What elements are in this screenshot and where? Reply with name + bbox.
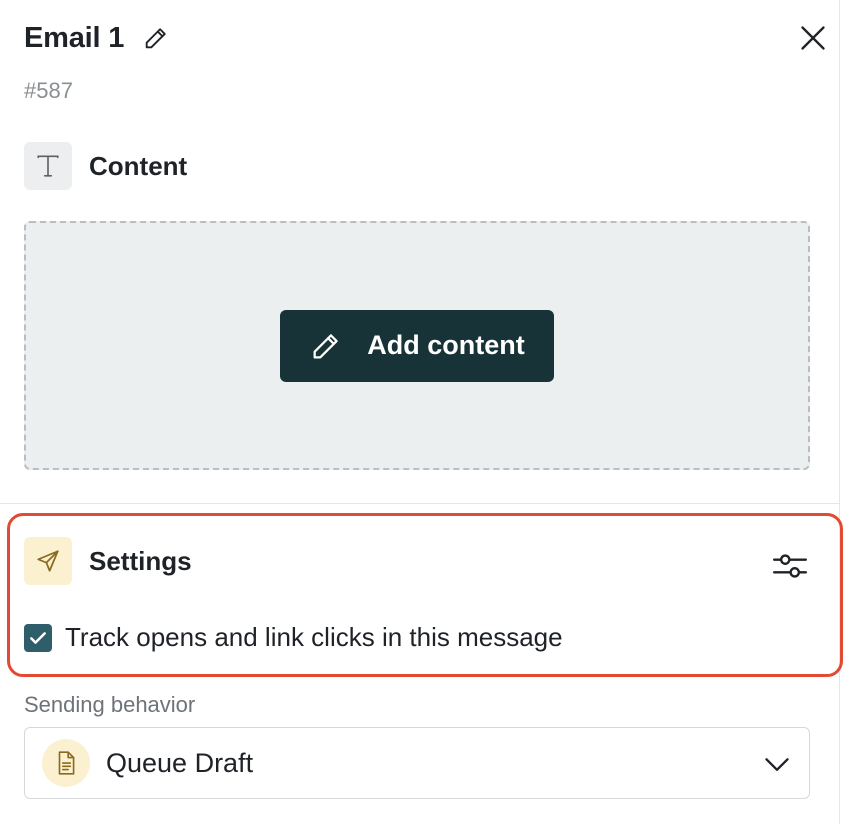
add-content-label: Add content [367, 330, 525, 360]
pencil-icon [313, 333, 339, 358]
checkmark-icon [30, 631, 46, 644]
email-editor-panel: Email 1 #587 Content Add content Setting… [0, 0, 843, 824]
section-divider [0, 503, 840, 504]
settings-section-icon-box [24, 537, 72, 585]
close-button[interactable] [795, 20, 831, 56]
message-id: #587 [24, 78, 73, 103]
settings-options-button[interactable] [770, 546, 810, 586]
select-option-icon-box [42, 739, 90, 787]
content-section-icon-box [24, 142, 72, 190]
chevron-down-icon [765, 758, 789, 771]
content-dropzone: Add content [24, 221, 810, 470]
track-opens-option[interactable]: Track opens and link clicks in this mess… [24, 622, 563, 653]
close-icon [801, 26, 825, 50]
track-opens-label: Track opens and link clicks in this mess… [65, 622, 563, 652]
dropdown-toggle[interactable] [763, 750, 791, 778]
document-icon [58, 751, 75, 775]
add-content-button[interactable]: Add content [280, 309, 554, 382]
track-opens-checkbox[interactable] [24, 623, 52, 652]
sending-behavior-value: Queue Draft [106, 747, 254, 778]
settings-section-header: Settings [24, 537, 192, 585]
panel-header: Email 1 [24, 18, 839, 58]
pencil-icon [145, 28, 166, 49]
sending-behavior-label: Sending behavior [24, 692, 196, 717]
sliders-icon [772, 554, 808, 578]
content-section-label: Content [89, 150, 188, 181]
send-icon [37, 550, 59, 572]
edit-title-button[interactable] [140, 22, 172, 54]
page-title: Email 1 [24, 21, 125, 54]
content-section-header: Content [24, 142, 187, 190]
text-icon [37, 155, 59, 177]
settings-section-label: Settings [89, 545, 192, 576]
sending-behavior-select[interactable]: Queue Draft [24, 727, 810, 799]
